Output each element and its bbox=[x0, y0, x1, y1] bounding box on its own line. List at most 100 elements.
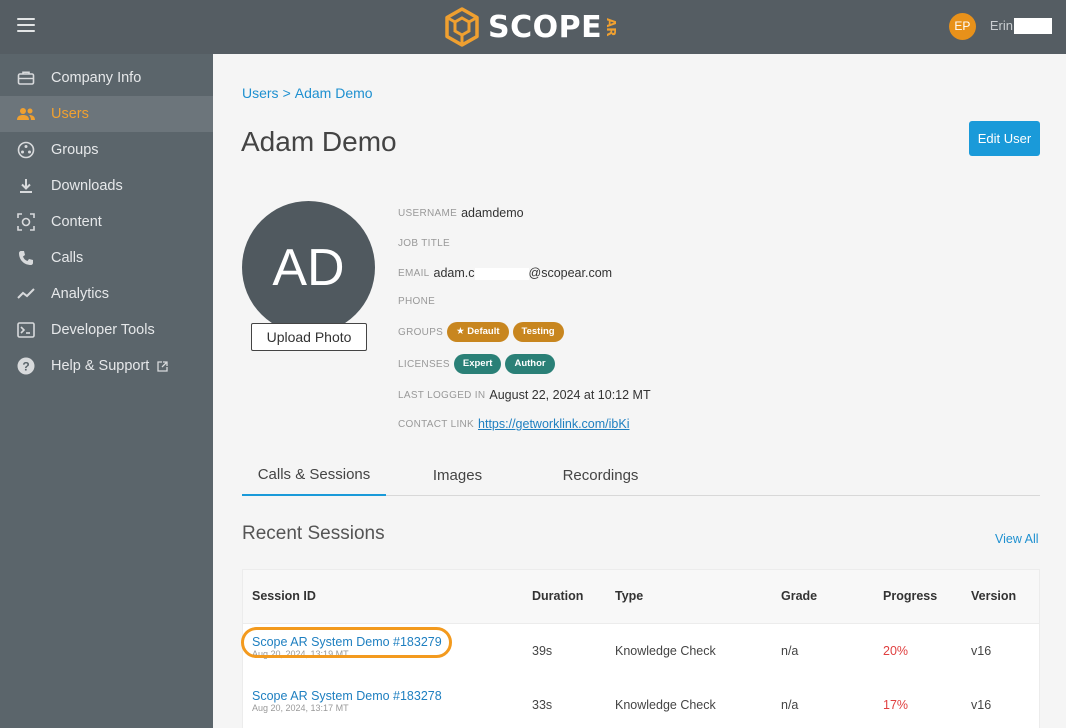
contact-link[interactable]: https://getworklink.com/ibKi bbox=[478, 417, 629, 431]
redacted-box bbox=[1014, 18, 1052, 35]
sidebar-item-calls[interactable]: Calls bbox=[0, 240, 213, 276]
group-badge-testing[interactable]: Testing bbox=[512, 322, 564, 342]
version-cell: v16 bbox=[971, 644, 992, 658]
download-icon bbox=[16, 176, 36, 196]
email-label: EMAIL bbox=[398, 267, 430, 279]
groups-icon bbox=[16, 140, 36, 160]
tab-calls-sessions[interactable]: Calls & Sessions bbox=[242, 455, 386, 496]
svg-text:?: ? bbox=[22, 360, 29, 374]
username-value: adamdemo bbox=[461, 206, 524, 220]
brand-name: SCOPE bbox=[488, 9, 603, 45]
brand-logo[interactable]: SCOPE AR bbox=[444, 5, 619, 49]
session-date: Aug 20, 2024, 13:17 MT bbox=[252, 703, 349, 713]
sessions-table: Session ID Duration Type Grade Progress … bbox=[241, 569, 1040, 728]
sidebar-item-label: Calls bbox=[51, 250, 84, 266]
content-icon bbox=[16, 212, 36, 232]
groups-label: GROUPS bbox=[398, 326, 444, 338]
top-bar: SCOPE AR EP Erin bbox=[0, 0, 1066, 54]
session-link[interactable]: Scope AR System Demo #183278 bbox=[252, 689, 442, 703]
sidebar-item-label: Groups bbox=[51, 142, 99, 158]
column-header-duration[interactable]: Duration bbox=[532, 589, 583, 603]
breadcrumb-users-link[interactable]: Users bbox=[242, 85, 279, 101]
menu-icon[interactable] bbox=[17, 18, 35, 32]
external-link-icon bbox=[157, 360, 168, 372]
sidebar-item-label: Help & Support bbox=[51, 358, 150, 374]
progress-cell: 20% bbox=[883, 644, 909, 658]
cube-logo-icon bbox=[445, 7, 479, 47]
sidebar-item-groups[interactable]: Groups bbox=[0, 132, 213, 168]
view-all-link[interactable]: View All bbox=[995, 532, 1039, 546]
sidebar-item-label: Company Info bbox=[51, 70, 142, 86]
redacted-box bbox=[474, 267, 529, 280]
table-header: Session ID Duration Type Grade Progress … bbox=[243, 570, 1039, 624]
username-field: USERNAME adamdemo bbox=[398, 206, 524, 220]
main-content: Users > Adam Demo Adam Demo Edit User AD U… bbox=[213, 54, 1066, 728]
groups-field: GROUPS ★ Default Testing bbox=[398, 322, 568, 342]
column-header-version[interactable]: Version bbox=[971, 589, 1016, 603]
table-row[interactable]: Scope AR System Demo #183278 Aug 20, 202… bbox=[243, 678, 1039, 728]
user-menu[interactable]: EP Erin bbox=[948, 12, 1052, 40]
type-cell: Knowledge Check bbox=[615, 698, 716, 712]
table-row[interactable]: Scope AR System Demo #183279 Aug 20, 202… bbox=[241, 624, 1039, 678]
username-label: USERNAME bbox=[398, 207, 458, 219]
users-icon bbox=[16, 104, 36, 124]
recent-sessions-title: Recent Sessions bbox=[242, 523, 385, 544]
breadcrumb-current[interactable]: Adam Demo bbox=[295, 85, 373, 101]
column-header-session-id[interactable]: Session ID bbox=[252, 589, 316, 603]
sidebar-item-label: Downloads bbox=[51, 178, 123, 194]
sidebar-item-company-info[interactable]: Company Info bbox=[0, 60, 213, 96]
progress-cell: 17% bbox=[883, 698, 909, 712]
session-cell: Scope AR System Demo #183278 Aug 20, 202… bbox=[252, 689, 442, 713]
phone-icon bbox=[16, 248, 36, 268]
page-title: Adam Demo bbox=[241, 126, 397, 157]
help-icon: ? bbox=[16, 356, 36, 376]
analytics-icon bbox=[16, 284, 36, 304]
briefcase-icon bbox=[16, 68, 36, 88]
license-badge-author: Author bbox=[505, 354, 555, 374]
profile-avatar: AD bbox=[242, 201, 375, 334]
phone-label: PHONE bbox=[398, 296, 436, 307]
duration-cell: 33s bbox=[532, 698, 553, 712]
sidebar-item-users[interactable]: Users bbox=[0, 96, 213, 132]
terminal-icon bbox=[16, 320, 36, 340]
tab-bar: Calls & Sessions Images Recordings bbox=[242, 455, 1040, 496]
user-name: Erin bbox=[990, 18, 1052, 35]
user-avatar[interactable]: EP bbox=[948, 12, 976, 40]
session-link[interactable]: Scope AR System Demo #183279 bbox=[252, 635, 442, 649]
grade-cell: n/a bbox=[781, 644, 799, 658]
last-logged-value: August 22, 2024 at 10:12 MT bbox=[489, 388, 651, 402]
tab-images[interactable]: Images bbox=[386, 455, 529, 496]
contact-link-label: CONTACT LINK bbox=[398, 418, 475, 430]
sidebar-item-analytics[interactable]: Analytics bbox=[0, 276, 213, 312]
email-field: EMAIL adam.c @scopear.com bbox=[398, 266, 612, 280]
contact-link-field: CONTACT LINK https://getworklink.com/ibK… bbox=[398, 417, 629, 431]
column-header-progress[interactable]: Progress bbox=[883, 589, 937, 603]
job-title-field: JOB TITLE bbox=[398, 238, 454, 249]
session-cell: Scope AR System Demo #183279 Aug 20, 202… bbox=[252, 635, 442, 659]
session-date: Aug 20, 2024, 13:19 MT bbox=[252, 649, 349, 659]
brand-suffix: AR bbox=[604, 17, 619, 37]
email-value: adam.c @scopear.com bbox=[433, 266, 613, 280]
column-header-type[interactable]: Type bbox=[615, 589, 643, 603]
tab-recordings[interactable]: Recordings bbox=[529, 455, 672, 496]
version-cell: v16 bbox=[971, 698, 992, 712]
breadcrumb: Users > Adam Demo bbox=[242, 85, 373, 101]
column-header-grade[interactable]: Grade bbox=[781, 589, 817, 603]
phone-field: PHONE bbox=[398, 296, 439, 307]
group-badge-default[interactable]: ★ Default bbox=[447, 322, 509, 342]
sidebar: Company Info Users Groups Downloads Cont… bbox=[0, 54, 213, 728]
license-badge-expert: Expert bbox=[453, 354, 502, 374]
type-cell: Knowledge Check bbox=[615, 644, 716, 658]
sidebar-item-label: Content bbox=[51, 214, 102, 230]
sidebar-item-developer-tools[interactable]: Developer Tools bbox=[0, 312, 213, 348]
job-title-label: JOB TITLE bbox=[398, 238, 450, 249]
edit-user-button[interactable]: Edit User bbox=[969, 121, 1040, 156]
sidebar-item-downloads[interactable]: Downloads bbox=[0, 168, 213, 204]
upload-photo-button[interactable]: Upload Photo bbox=[251, 323, 367, 351]
last-logged-label: LAST LOGGED IN bbox=[398, 389, 486, 401]
grade-cell: n/a bbox=[781, 698, 799, 712]
sidebar-item-content[interactable]: Content bbox=[0, 204, 213, 240]
sidebar-item-label: Analytics bbox=[51, 286, 110, 302]
sidebar-item-help-support[interactable]: ? Help & Support bbox=[0, 348, 213, 384]
licenses-label: LICENSES bbox=[398, 358, 450, 370]
